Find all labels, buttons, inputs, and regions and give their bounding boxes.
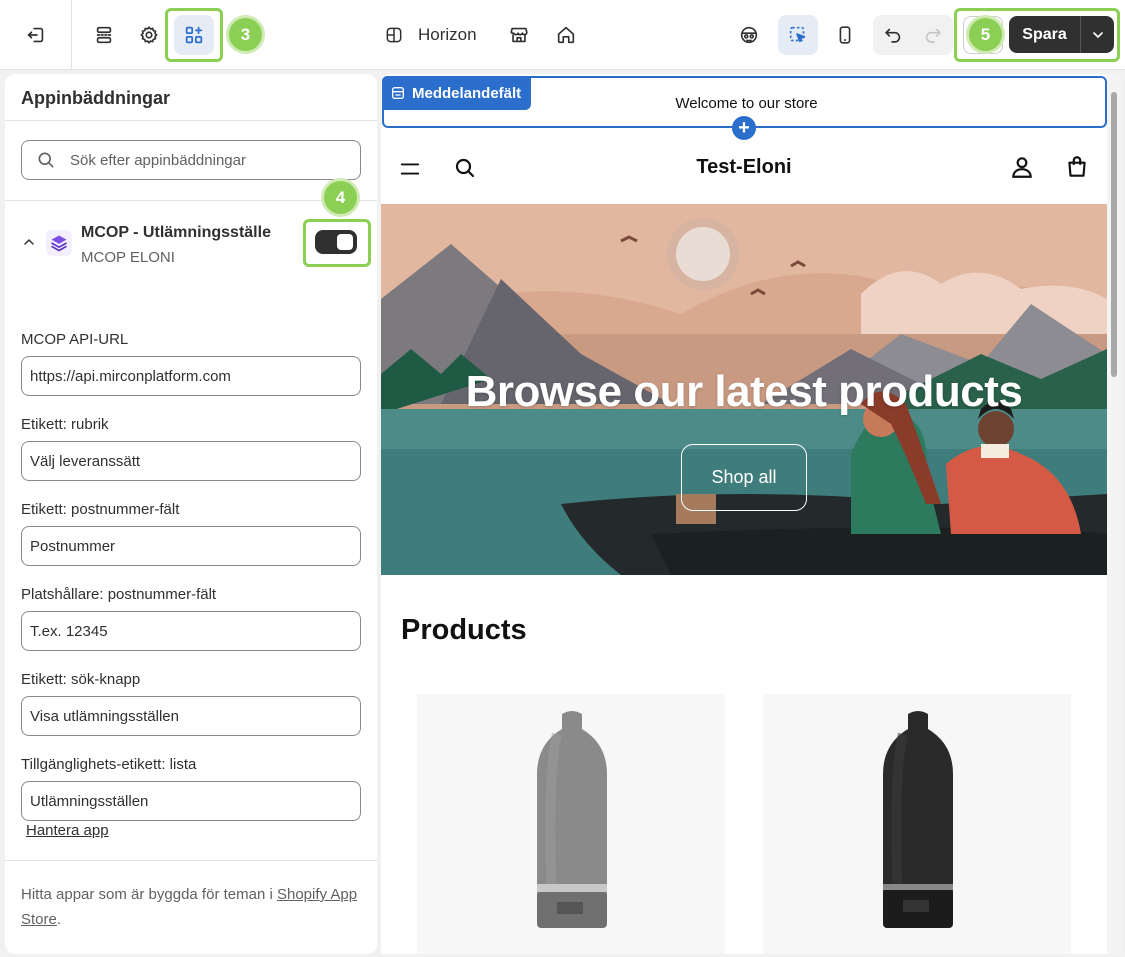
postcode-label-input[interactable] — [21, 526, 361, 566]
panel-divider — [5, 200, 377, 201]
search-button-label-input[interactable] — [21, 696, 361, 736]
mobile-icon — [839, 26, 851, 44]
hero-title: Browse our latest products — [465, 367, 1023, 416]
inspector-icon — [740, 26, 758, 44]
highlight-toggle — [303, 219, 371, 267]
hero-banner[interactable]: Browse our latest products Shop all — [381, 204, 1107, 575]
step-marker-4: 4 — [324, 181, 357, 214]
store-icon — [510, 27, 528, 43]
footer-period: . — [56, 911, 62, 928]
panel-divider — [5, 860, 377, 861]
section-tag-label: Meddelandefält — [412, 84, 522, 102]
account-icon[interactable] — [1009, 154, 1035, 180]
theme-settings-button[interactable] — [129, 15, 169, 55]
field-label-search-button: Etikett: sök-knapp — [21, 671, 141, 688]
gear-icon — [140, 26, 158, 44]
product-card[interactable] — [763, 694, 1071, 954]
select-tool-button[interactable] — [778, 15, 818, 55]
sections-button[interactable] — [84, 15, 124, 55]
heading-label-input[interactable] — [21, 441, 361, 481]
home-button[interactable] — [546, 15, 586, 55]
undo-icon — [885, 28, 901, 43]
footer-note: Hitta appar som är byggda för teman i Sh… — [21, 882, 361, 932]
product-card[interactable] — [417, 694, 725, 954]
store-preview: Welcome to our store Meddelandefält + Te… — [381, 74, 1120, 954]
search-input[interactable] — [70, 151, 330, 169]
scroll-thumb[interactable] — [1111, 92, 1117, 377]
search-icon — [38, 152, 54, 168]
theme-selector[interactable]: Horizon — [384, 20, 477, 50]
app-vendor: MCOP ELONI — [81, 249, 175, 266]
product-image-grey-diffuser — [537, 711, 607, 928]
inspector-button[interactable] — [729, 15, 769, 55]
sections-icon — [96, 26, 112, 44]
redo-button[interactable] — [913, 15, 953, 55]
toolbar-divider — [71, 0, 72, 70]
store-name[interactable]: Test-Eloni — [381, 156, 1107, 179]
app-name: MCOP - Utlämningsställe — [81, 224, 271, 241]
app-embeds-panel: Appinbäddningar MCOP - Utlämningsställe … — [5, 74, 377, 954]
store-header: Test-Eloni — [381, 134, 1107, 204]
highlight-app-embeds — [165, 8, 223, 62]
field-label-postcode: Etikett: postnummer-fält — [21, 501, 180, 518]
accessibility-label-input[interactable] — [21, 781, 361, 821]
api-url-input[interactable] — [21, 356, 361, 396]
chevron-up-icon[interactable] — [21, 234, 37, 250]
panel-title: Appinbäddningar — [21, 88, 170, 108]
preview-scrollbar[interactable] — [1107, 74, 1121, 954]
redo-icon — [925, 28, 941, 43]
undo-button[interactable] — [873, 15, 913, 55]
products-heading: Products — [401, 614, 527, 646]
search-field[interactable] — [21, 140, 361, 180]
field-label-api-url: MCOP API-URL — [21, 331, 129, 348]
layers-icon — [51, 235, 67, 252]
theme-name-label: Horizon — [418, 25, 477, 44]
mobile-view-button[interactable] — [825, 15, 865, 55]
store-button[interactable] — [499, 15, 539, 55]
product-image-black-diffuser — [883, 711, 953, 928]
manage-app-link[interactable]: Hantera app — [26, 822, 109, 839]
step-marker-5: 5 — [969, 18, 1002, 51]
field-label-heading: Etikett: rubrik — [21, 416, 109, 433]
cart-icon[interactable] — [1064, 154, 1090, 180]
panel-divider — [5, 120, 377, 121]
app-logo — [46, 230, 72, 256]
field-label-placeholder: Platshållare: postnummer-fält — [21, 586, 217, 603]
home-icon — [557, 26, 575, 44]
section-tag: Meddelandefält — [382, 76, 532, 110]
field-label-accessibility: Tillgänglighets-etikett: lista — [21, 756, 197, 773]
footer-text: Hitta appar som är byggda för teman i — [21, 886, 277, 903]
shop-all-button[interactable]: Shop all — [681, 444, 807, 511]
exit-button[interactable] — [16, 15, 56, 55]
section-icon — [392, 87, 404, 99]
top-bar: 3 Horizon Spara 5 — [0, 0, 1125, 70]
postcode-placeholder-input[interactable] — [21, 611, 361, 651]
exit-icon — [27, 27, 44, 43]
step-marker-3: 3 — [229, 18, 262, 51]
cursor-select-icon — [789, 26, 806, 43]
layout-icon — [386, 27, 402, 43]
